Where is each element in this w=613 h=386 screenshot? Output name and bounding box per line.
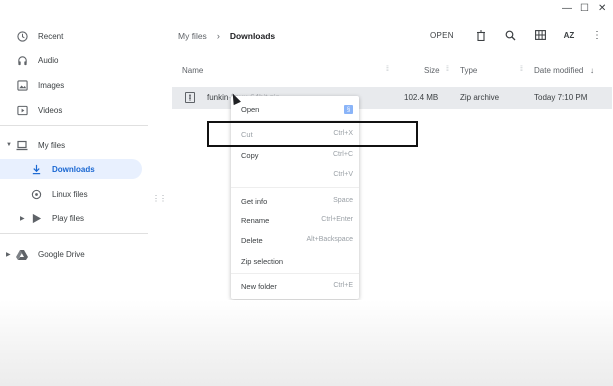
menu-item-shortcut: Space — [333, 197, 353, 204]
expand-caret-icon[interactable]: ▶ — [6, 251, 11, 258]
menu-item-label: Get info — [241, 197, 268, 206]
sidebar-item-linux-files[interactable]: Linux files — [0, 184, 142, 204]
file-date-modified: Today 7:10 PM — [534, 93, 588, 102]
download-icon — [30, 163, 42, 175]
file-name-visible: funkin — [207, 93, 229, 102]
menu-item-new-folder[interactable]: New folder Ctrl+E — [231, 278, 359, 294]
search-icon[interactable] — [503, 28, 517, 42]
column-resize-handle[interactable]: ⁞⁞ — [520, 66, 523, 73]
menu-item-label: Delete — [241, 236, 263, 245]
expand-caret-icon[interactable]: ▼ — [6, 142, 12, 148]
sidebar-item-label: Downloads — [52, 164, 95, 174]
sidebar-item-google-drive[interactable]: ▶ Google Drive — [0, 244, 142, 264]
file-type: Zip archive — [460, 93, 500, 102]
clock-icon — [16, 30, 28, 42]
menu-item-label: New folder — [241, 282, 277, 291]
menu-item-shortcut: Ctrl+V — [333, 171, 353, 178]
linux-icon — [30, 188, 42, 200]
menu-separator — [231, 187, 359, 188]
menu-item-shortcut: Ctrl+E — [333, 282, 353, 289]
sidebar-item-recent[interactable]: Recent — [0, 26, 142, 46]
annotation-highlight-box — [207, 121, 418, 147]
image-icon — [16, 79, 28, 91]
headphones-icon — [16, 54, 28, 66]
more-vert-icon[interactable]: ⋮ — [590, 28, 604, 42]
breadcrumb-downloads[interactable]: Downloads — [230, 31, 275, 41]
column-header-name[interactable]: Name — [182, 66, 203, 75]
laptop-icon — [16, 139, 28, 151]
sidebar-item-label: My files — [38, 140, 66, 150]
sidebar-item-videos[interactable]: Videos — [0, 100, 142, 120]
column-resize-handle[interactable]: ⁞⁞ — [446, 66, 449, 73]
menu-item-zip-selection[interactable]: Zip selection — [231, 253, 359, 269]
zip-file-icon — [185, 92, 195, 103]
breadcrumb: My files › Downloads — [178, 31, 275, 41]
sidebar-item-label: Linux files — [52, 189, 88, 199]
menu-item-label: Open — [241, 105, 260, 114]
sidebar-item-images[interactable]: Images — [0, 75, 142, 95]
close-button[interactable]: ✕ — [598, 3, 606, 14]
sidebar-item-label: Play files — [52, 213, 85, 223]
menu-item-delete[interactable]: Delete Alt+Backspace — [231, 232, 359, 248]
expand-caret-icon[interactable]: ▶ — [20, 215, 25, 222]
sidebar-item-label: Images — [38, 80, 65, 90]
file-size: 102.4 MB — [404, 93, 439, 102]
sidebar-item-label: Google Drive — [38, 249, 85, 259]
menu-item-open[interactable]: Open § — [231, 101, 359, 117]
menu-item-get-info[interactable]: Get info Space — [231, 193, 359, 209]
sidebar-item-label: Recent — [38, 31, 64, 41]
menu-separator — [231, 273, 359, 274]
column-header-type[interactable]: Type — [460, 66, 477, 75]
files-app-window: — ☐ ✕ Recent Audio Images Videos ▼ My fi… — [0, 0, 613, 386]
sort-az-icon[interactable]: AZ — [562, 28, 576, 42]
menu-item-paste[interactable]: Ctrl+V — [231, 167, 359, 183]
column-header-date-modified[interactable]: Date modified — [534, 66, 583, 75]
column-header-size[interactable]: Size — [424, 66, 440, 75]
sidebar-divider — [0, 125, 148, 126]
menu-item-label: Copy — [241, 151, 259, 160]
minimize-button[interactable]: — — [562, 3, 572, 14]
sidebar-resize-handle[interactable]: ⋮⋮ — [152, 195, 167, 203]
menu-item-shortcut: Ctrl+Enter — [321, 216, 353, 223]
bottom-fade — [0, 300, 613, 386]
sidebar-item-audio[interactable]: Audio — [0, 50, 142, 70]
open-button[interactable]: OPEN — [430, 31, 454, 40]
drive-icon — [16, 248, 28, 260]
sidebar-item-my-files[interactable]: ▼ My files — [0, 135, 142, 155]
column-resize-handle[interactable]: ⁞⁞ — [386, 66, 389, 73]
sidebar-divider — [0, 233, 148, 234]
trash-icon[interactable] — [474, 28, 488, 42]
menu-item-label: Rename — [241, 216, 270, 225]
play-icon — [30, 212, 42, 224]
sidebar-item-label: Videos — [38, 105, 63, 115]
maximize-button[interactable]: ☐ — [580, 3, 589, 14]
breadcrumb-my-files[interactable]: My files — [178, 31, 207, 41]
menu-item-label: Zip selection — [241, 257, 284, 266]
sidebar-item-label: Audio — [38, 55, 59, 65]
video-icon — [16, 104, 28, 116]
sort-arrow-icon: ↓ — [590, 66, 594, 75]
sidebar-item-downloads[interactable]: Downloads — [0, 159, 142, 179]
menu-item-shortcut: Ctrl+C — [332, 151, 353, 158]
app-badge-icon: § — [344, 105, 353, 114]
sidebar-item-play-files[interactable]: ▶ Play files — [0, 208, 142, 228]
menu-item-rename[interactable]: Rename Ctrl+Enter — [231, 212, 359, 228]
menu-item-copy[interactable]: Copy Ctrl+C — [231, 147, 359, 163]
menu-item-shortcut: Alt+Backspace — [306, 236, 354, 243]
grid-view-icon[interactable] — [533, 28, 547, 42]
breadcrumb-separator-icon: › — [216, 31, 220, 41]
